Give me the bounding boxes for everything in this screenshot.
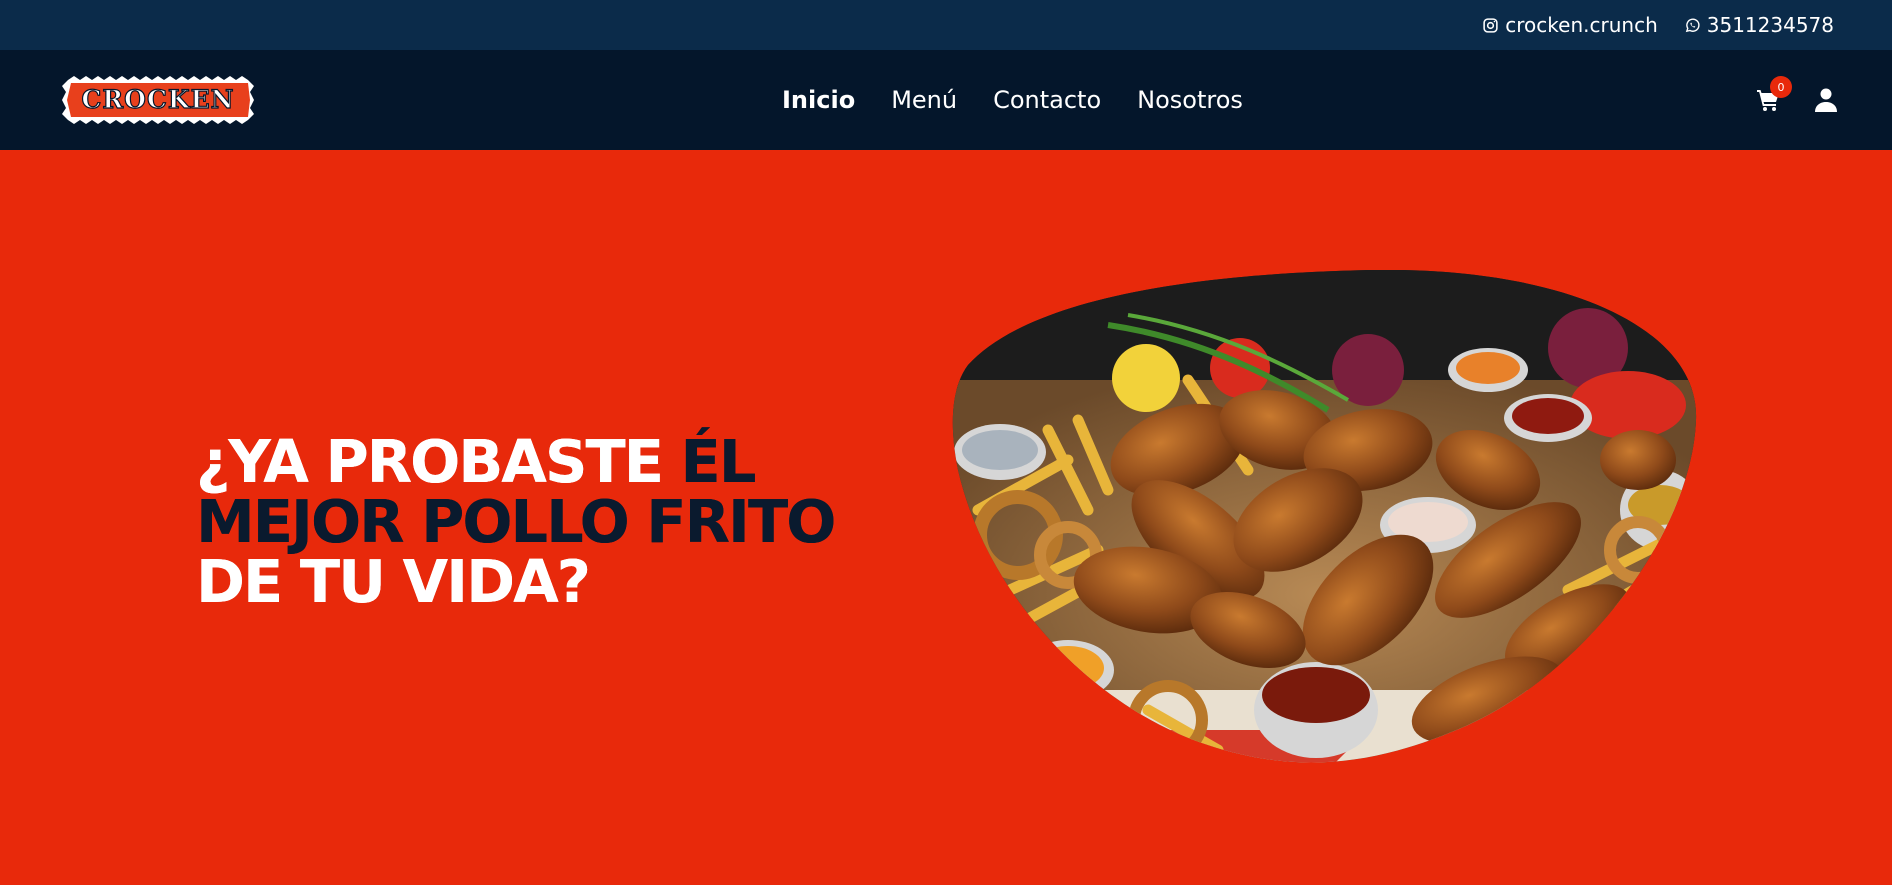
whatsapp-icon: [1685, 18, 1700, 32]
hero-food-image: [948, 270, 1700, 770]
hero-headline: ¿YA PROBASTE ÉL MEJOR POLLO FRITO DE TU …: [196, 432, 916, 612]
hero-headline-part3: DE TU VIDA?: [196, 547, 591, 616]
cart-count-badge: 0: [1770, 76, 1792, 98]
crocken-logo[interactable]: CROCKEN: [62, 76, 254, 124]
logo-text: CROCKEN: [82, 85, 235, 114]
nav-item-nosotros[interactable]: Nosotros: [1137, 86, 1243, 114]
nav-item-contacto[interactable]: Contacto: [993, 86, 1101, 114]
user-account-button[interactable]: [1815, 88, 1837, 112]
nav-item-menu[interactable]: Menú: [891, 86, 957, 114]
main-navbar: CROCKEN Inicio Menú Contacto Nosotros 0: [0, 50, 1892, 150]
phone-number: 3511234578: [1706, 13, 1834, 37]
instagram-icon: [1483, 17, 1498, 33]
instagram-link[interactable]: crocken.crunch: [1482, 13, 1658, 37]
instagram-handle: crocken.crunch: [1505, 13, 1658, 37]
top-contact-bar: crocken.crunch 3511234578: [0, 0, 1892, 50]
main-nav: Inicio Menú Contacto Nosotros: [782, 50, 1243, 150]
cart-button[interactable]: 0: [1756, 76, 1792, 114]
user-icon: [1815, 88, 1837, 112]
nav-item-inicio[interactable]: Inicio: [782, 86, 855, 114]
hero-headline-part1: ¿YA PROBASTE: [196, 427, 681, 496]
whatsapp-link[interactable]: 3511234578: [1684, 13, 1834, 37]
